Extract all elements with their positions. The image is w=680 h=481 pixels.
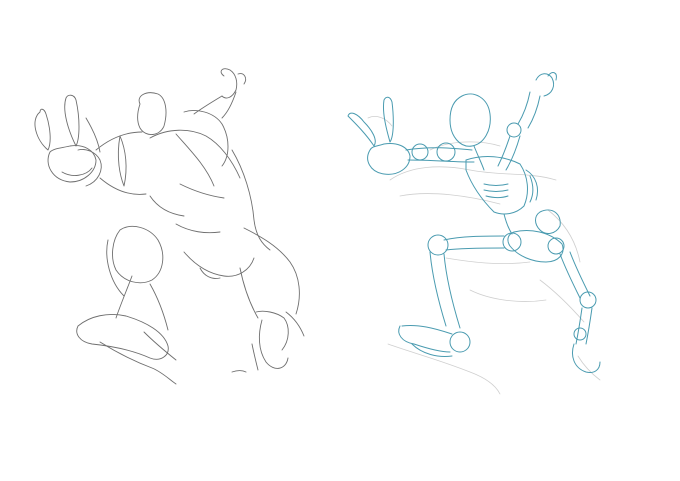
drawing-canvas: [0, 0, 680, 481]
canvas-background: [0, 0, 680, 481]
